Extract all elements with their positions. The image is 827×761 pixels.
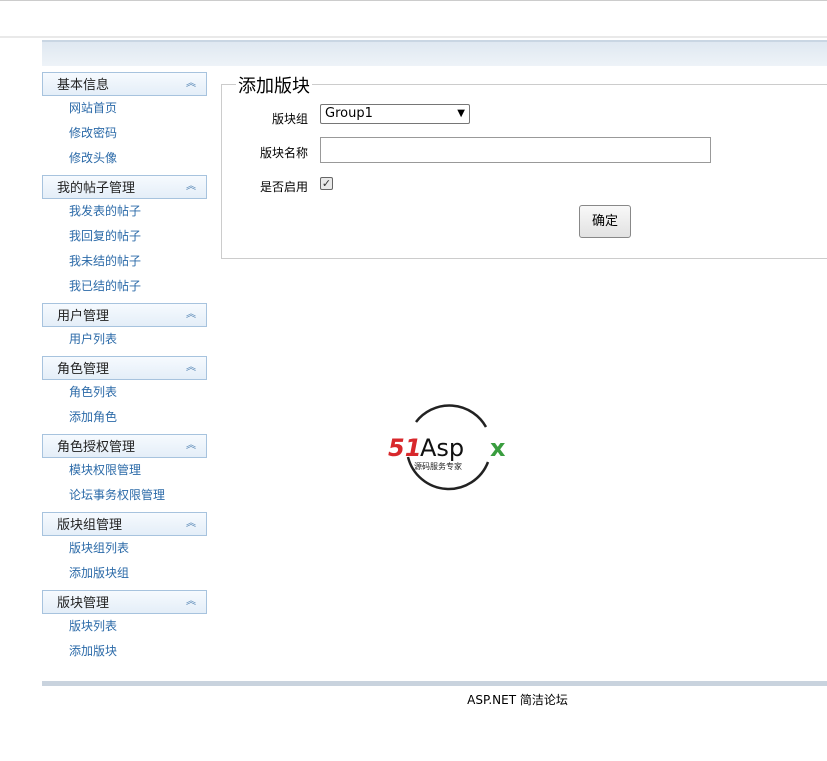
logo-x: x: [490, 434, 506, 462]
footer-bar: [42, 681, 827, 686]
logo-asp: Asp: [420, 434, 464, 462]
group-label: 版块组: [271, 112, 308, 126]
sidebar-group: 角色授权管理 ︽ 模块权限管理 论坛事务权限管理: [42, 434, 207, 508]
sidebar-item[interactable]: 版块组列表: [42, 536, 207, 561]
sidebar-item[interactable]: 修改密码: [42, 121, 207, 146]
sidebar-item[interactable]: 网站首页: [42, 96, 207, 121]
sidebar-group-title[interactable]: 基本信息 ︽: [42, 72, 207, 96]
sidebar-item[interactable]: 添加角色: [42, 405, 207, 430]
collapse-icon[interactable]: ︽: [186, 357, 196, 379]
footer-text: ASP.NET 简洁论坛: [467, 693, 568, 707]
sidebar-item[interactable]: 我发表的帖子: [42, 199, 207, 224]
sidebar-item[interactable]: 添加版块: [42, 639, 207, 664]
collapse-icon[interactable]: ︽: [186, 73, 196, 95]
collapse-icon[interactable]: ︽: [186, 435, 196, 457]
sidebar-group-title[interactable]: 角色管理 ︽: [42, 356, 207, 380]
group-select-value: Group1: [325, 106, 373, 121]
sidebar-item[interactable]: 我回复的帖子: [42, 224, 207, 249]
sidebar-group-label: 版块组管理: [57, 518, 123, 533]
sidebar: 基本信息 ︽ 网站首页 修改密码 修改头像 我的帖子管理 ︽ 我发表的帖子 我回复的帖子 我未结的…: [42, 72, 207, 668]
sidebar-item[interactable]: 模块权限管理: [42, 458, 207, 483]
sidebar-group: 我的帖子管理 ︽ 我发表的帖子 我回复的帖子 我未结的帖子 我已结的帖子: [42, 175, 207, 299]
sidebar-item[interactable]: 论坛事务权限管理: [42, 483, 207, 508]
sidebar-group: 版块组管理 ︽ 版块组列表 添加版块组: [42, 512, 207, 586]
sidebar-group-label: 版块管理: [57, 596, 110, 611]
collapse-icon[interactable]: ︽: [186, 591, 196, 613]
collapse-icon[interactable]: ︽: [186, 513, 196, 535]
name-label: 版块名称: [259, 146, 308, 160]
sidebar-group-title[interactable]: 版块管理 ︽: [42, 590, 207, 614]
sidebar-item[interactable]: 我已结的帖子: [42, 274, 207, 299]
sidebar-group: 用户管理 ︽ 用户列表: [42, 303, 207, 352]
sidebar-item[interactable]: 用户列表: [42, 327, 207, 352]
sidebar-item[interactable]: 角色列表: [42, 380, 207, 405]
sidebar-group-label: 基本信息: [57, 78, 110, 93]
sidebar-group-label: 角色授权管理: [57, 440, 136, 455]
sidebar-group-title[interactable]: 版块组管理 ︽: [42, 512, 207, 536]
form-legend: 添加版块: [236, 72, 312, 98]
header-band: [42, 40, 827, 66]
sidebar-group-label: 角色管理: [57, 362, 110, 377]
sidebar-item[interactable]: 版块列表: [42, 614, 207, 639]
sidebar-item[interactable]: 添加版块组: [42, 561, 207, 586]
logo-tagline: 源码服务专家: [414, 461, 462, 471]
group-select[interactable]: Group1 ▼: [320, 104, 470, 124]
sidebar-group: 基本信息 ︽ 网站首页 修改密码 修改头像: [42, 72, 207, 171]
sidebar-group-label: 用户管理: [57, 309, 110, 324]
collapse-icon[interactable]: ︽: [186, 304, 196, 326]
chevron-down-icon: ▼: [457, 108, 465, 119]
sidebar-group-label: 我的帖子管理: [57, 181, 136, 196]
sidebar-group: 版块管理 ︽ 版块列表 添加版块: [42, 590, 207, 664]
logo-51: 51: [388, 434, 421, 462]
logo-ring-top: [415, 404, 488, 428]
sidebar-item[interactable]: 我未结的帖子: [42, 249, 207, 274]
sidebar-group-title[interactable]: 用户管理 ︽: [42, 303, 207, 327]
sidebar-group-title[interactable]: 角色授权管理 ︽: [42, 434, 207, 458]
name-input[interactable]: [320, 137, 711, 163]
sidebar-group-title[interactable]: 我的帖子管理 ︽: [42, 175, 207, 199]
enabled-label: 是否启用: [259, 180, 308, 194]
enabled-checkbox[interactable]: ✓: [320, 177, 333, 190]
sidebar-group: 角色管理 ︽ 角色列表 添加角色: [42, 356, 207, 430]
submit-button[interactable]: 确定: [579, 205, 631, 238]
collapse-icon[interactable]: ︽: [186, 176, 196, 198]
logo: 51 Asp x 源码服务专家: [388, 404, 506, 491]
sidebar-item[interactable]: 修改头像: [42, 146, 207, 171]
form-fieldset: [221, 84, 827, 259]
browser-top-bar: [0, 0, 827, 38]
